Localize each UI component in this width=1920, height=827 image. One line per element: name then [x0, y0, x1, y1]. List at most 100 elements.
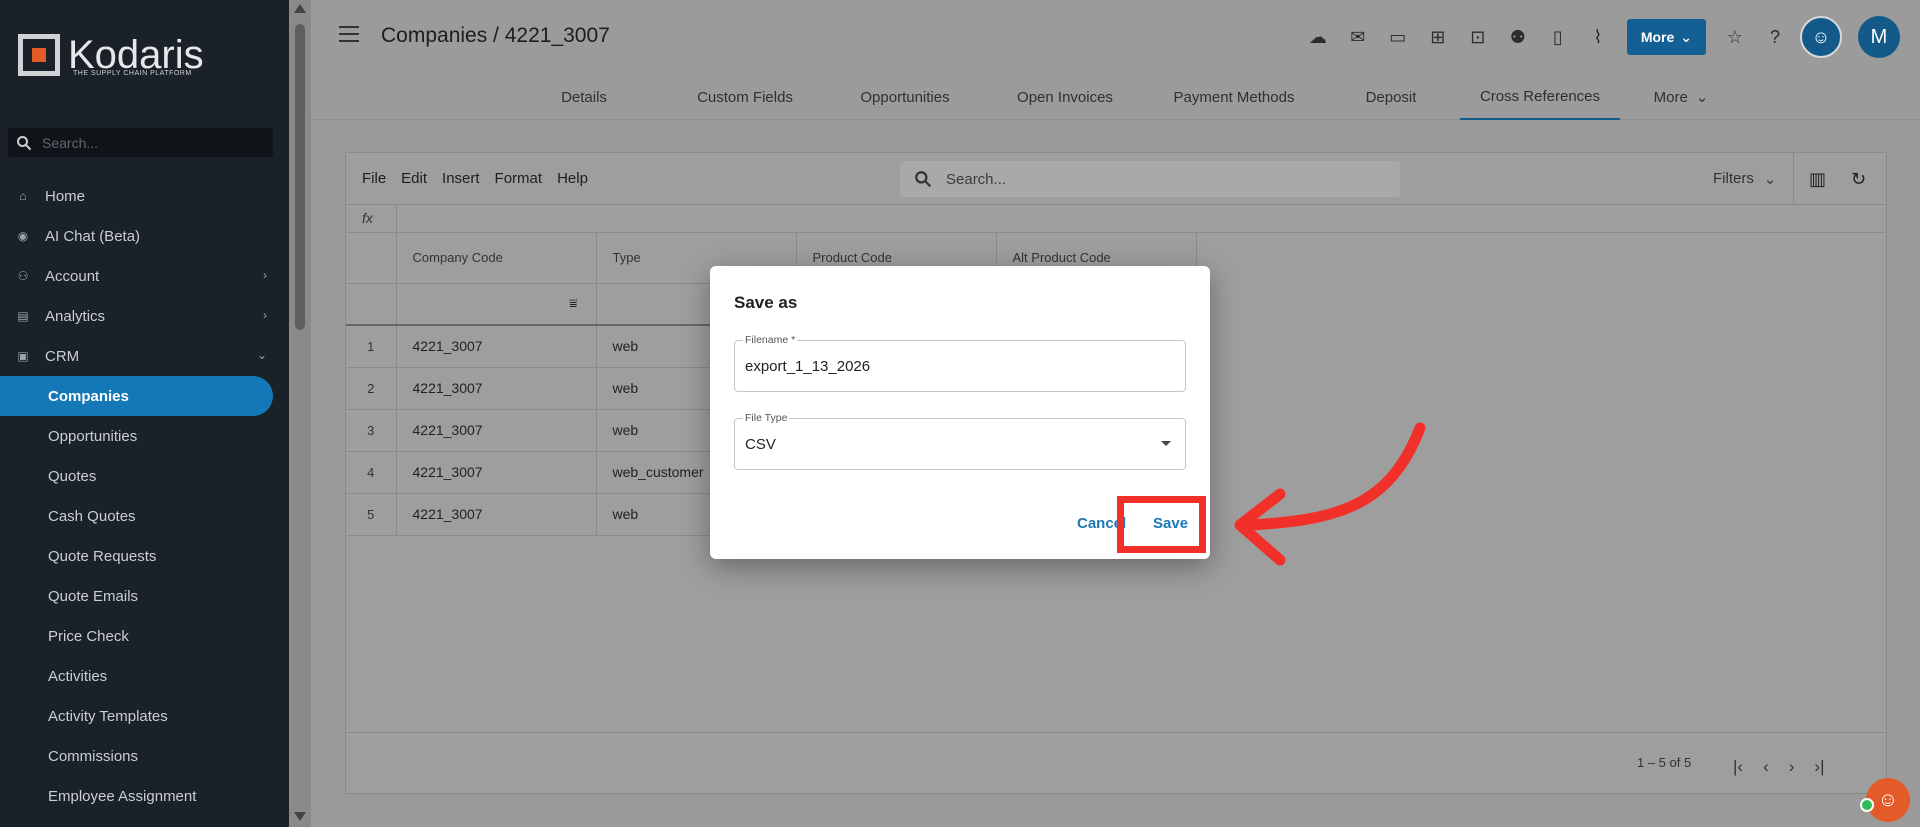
- last-page-icon[interactable]: ›|: [1814, 757, 1824, 777]
- file-type-select[interactable]: File Type CSV: [734, 412, 1186, 470]
- sidebar-item-employee-assignment[interactable]: Employee Assignment: [0, 776, 289, 816]
- grid-menu: File Edit Insert Format Help: [362, 170, 588, 187]
- sidebar-item-account[interactable]: ⚇ Account ›: [0, 256, 289, 296]
- tab-deposit[interactable]: Deposit: [1331, 74, 1451, 120]
- dropdown-arrow-icon: [1161, 441, 1171, 446]
- add-document-icon[interactable]: ▯: [1543, 22, 1573, 52]
- gift-icon[interactable]: ⊞: [1423, 22, 1453, 52]
- chevron-down-icon: ⌄: [256, 348, 267, 362]
- sidebar-item-commissions[interactable]: Commissions: [0, 736, 289, 776]
- row-number: 2: [346, 367, 397, 410]
- prev-page-icon[interactable]: ‹: [1763, 757, 1769, 777]
- sidebar-item-opportunities[interactable]: Opportunities: [0, 416, 289, 456]
- tab-more-label: More: [1653, 88, 1688, 106]
- cell-company-code[interactable]: 4221_3007: [396, 367, 597, 410]
- avatar[interactable]: M: [1858, 16, 1900, 58]
- logo-mark-icon: [18, 34, 60, 76]
- first-page-icon[interactable]: |‹: [1733, 757, 1743, 777]
- cell-company-code[interactable]: 4221_3007: [396, 325, 597, 368]
- robot-icon: ◉: [17, 229, 29, 243]
- sidebar-item-companies[interactable]: Companies: [0, 376, 273, 416]
- sidebar-item-activities[interactable]: Activities: [0, 656, 289, 696]
- more-button[interactable]: More ⌄: [1626, 19, 1706, 55]
- scroll-down-arrow-icon[interactable]: [294, 812, 306, 821]
- logo-tagline: THE SUPPLY CHAIN PLATFORM: [73, 70, 192, 77]
- filters-dropdown[interactable]: Filters ⌄: [1713, 170, 1776, 188]
- credit-card-icon[interactable]: ▭: [1383, 22, 1413, 52]
- menu-insert[interactable]: Insert: [442, 170, 480, 187]
- row-number: 1: [346, 325, 397, 368]
- cell-company-code[interactable]: 4221_3007: [396, 451, 597, 494]
- menu-edit[interactable]: Edit: [401, 170, 427, 187]
- sidebar-item-crm[interactable]: ▣ CRM ⌄: [0, 336, 289, 376]
- sidebar-item-price-check[interactable]: Price Check: [0, 616, 289, 656]
- cell-company-code[interactable]: 4221_3007: [396, 493, 597, 536]
- filter-cell-company-code[interactable]: ⩸: [396, 283, 597, 326]
- sidebar-scrollbar[interactable]: [289, 0, 311, 827]
- crm-icon: ▣: [17, 349, 29, 363]
- row-number: 5: [346, 493, 397, 536]
- sidebar-item-activity-templates[interactable]: Activity Templates: [0, 696, 289, 736]
- header: Companies / 4221_3007 ☁ ✉ ▭ ⊞ ⊡ ⚉ ▯ ⌇ Mo…: [311, 0, 1920, 120]
- chevron-down-icon: ⌄: [1763, 171, 1777, 188]
- tab-bar: Details Custom Fields Opportunities Open…: [311, 74, 1920, 120]
- fx-label: fx: [362, 210, 373, 226]
- tab-more[interactable]: More ⌄: [1631, 74, 1731, 120]
- tab-cross-references[interactable]: Cross References: [1460, 74, 1620, 120]
- refresh-icon[interactable]: ↻: [1851, 169, 1866, 190]
- column-header-company-code[interactable]: Company Code: [396, 233, 597, 284]
- online-status-dot: [1860, 798, 1874, 812]
- sidebar-item-quotes[interactable]: Quotes: [0, 456, 289, 496]
- tab-custom-fields[interactable]: Custom Fields: [675, 74, 815, 120]
- sidebar: Kodaris THE SUPPLY CHAIN PLATFORM Search…: [0, 0, 289, 827]
- add-person-icon[interactable]: ⚉: [1503, 22, 1533, 52]
- chevron-down-icon: ⌄: [1695, 89, 1709, 106]
- ai-assistant-icon[interactable]: ☺: [1800, 16, 1842, 58]
- filter-icon[interactable]: ⩸: [569, 295, 578, 311]
- scroll-thumb[interactable]: [295, 24, 305, 330]
- sidebar-item-quote-emails[interactable]: Quote Emails: [0, 576, 289, 616]
- row-number: 4: [346, 451, 397, 494]
- attachment-icon[interactable]: ⌇: [1583, 22, 1613, 52]
- tab-open-invoices[interactable]: Open Invoices: [995, 74, 1135, 120]
- scroll-up-arrow-icon[interactable]: [294, 4, 306, 13]
- sidebar-item-analytics[interactable]: ▤ Analytics ›: [0, 296, 289, 336]
- sidebar-item-ai-chat[interactable]: ◉ AI Chat (Beta): [0, 216, 289, 256]
- person-icon: ⚇: [17, 269, 29, 283]
- chevron-right-icon: ›: [263, 308, 267, 322]
- menu-help[interactable]: Help: [557, 170, 588, 187]
- menu-file[interactable]: File: [362, 170, 386, 187]
- pager-divider: [346, 732, 1886, 733]
- corner-cell[interactable]: [346, 233, 397, 284]
- next-page-icon[interactable]: ›: [1789, 757, 1795, 777]
- hamburger-menu-icon[interactable]: [339, 26, 359, 42]
- cloud-upload-icon[interactable]: ☁: [1303, 22, 1333, 52]
- mail-icon[interactable]: ✉: [1343, 22, 1373, 52]
- grid-menubar: File Edit Insert Format Help Search... F…: [346, 153, 1886, 205]
- search-icon: [17, 135, 32, 150]
- sidebar-item-cash-quotes[interactable]: Cash Quotes: [0, 496, 289, 536]
- search-icon: [915, 171, 932, 188]
- menu-format[interactable]: Format: [495, 170, 543, 187]
- filename-field[interactable]: Filename * export_1_13_2026: [734, 334, 1186, 392]
- tab-details[interactable]: Details: [524, 74, 644, 120]
- tab-opportunities[interactable]: Opportunities: [835, 74, 975, 120]
- header-toolbar: ☁ ✉ ▭ ⊞ ⊡ ⚉ ▯ ⌇ More ⌄ ☆ ? ☺ M: [1303, 16, 1900, 58]
- grid-search-input[interactable]: Search...: [900, 161, 1400, 197]
- help-icon[interactable]: ?: [1760, 22, 1790, 52]
- filter-row-num: [346, 283, 397, 326]
- sidebar-item-quote-requests[interactable]: Quote Requests: [0, 536, 289, 576]
- pointer-arrow-icon: [1234, 422, 1426, 566]
- sidebar-item-home[interactable]: ⌂ Home: [0, 176, 289, 216]
- cell-company-code[interactable]: 4221_3007: [396, 409, 597, 452]
- home-icon: ⌂: [19, 189, 27, 203]
- sidebar-item-label: Account: [45, 267, 100, 285]
- sidebar-search[interactable]: Search...: [8, 128, 273, 157]
- columns-icon[interactable]: ▥: [1809, 169, 1826, 190]
- logo-text: Kodaris: [68, 33, 204, 77]
- filename-value: export_1_13_2026: [745, 358, 871, 375]
- presentation-icon[interactable]: ⊡: [1463, 22, 1493, 52]
- star-icon[interactable]: ☆: [1720, 22, 1750, 52]
- tab-payment-methods[interactable]: Payment Methods: [1154, 74, 1314, 120]
- formula-bar[interactable]: fx: [346, 205, 1886, 233]
